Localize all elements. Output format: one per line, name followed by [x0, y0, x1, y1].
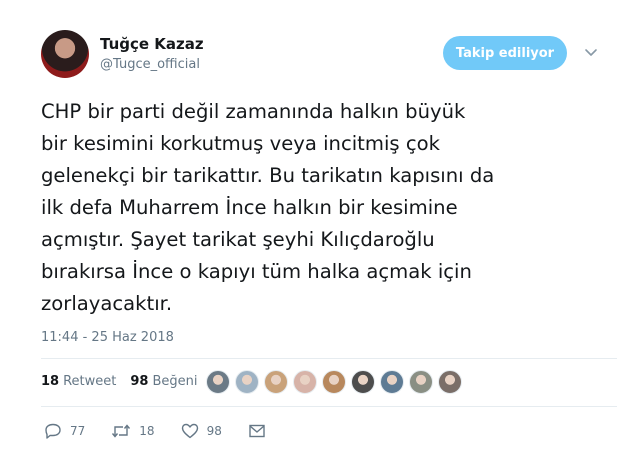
following-button[interactable]: Takip ediliyor: [443, 36, 567, 70]
liker-avatars: [206, 370, 467, 394]
liker-avatar-5[interactable]: [322, 370, 346, 394]
retweet-stat-label: Retweet: [63, 374, 117, 389]
retweet-button[interactable]: 18: [111, 423, 155, 439]
tweet-actions: 77 18 98: [44, 423, 300, 439]
tweet-line: ilk defa Muharrem İnce halkın bir kesimi…: [41, 196, 458, 219]
liker-avatar-8[interactable]: [409, 370, 433, 394]
reply-icon: [45, 423, 61, 439]
tweet-stats: 18 Retweet 98 Beğeni: [41, 374, 212, 389]
author-name[interactable]: Tuğçe Kazaz: [100, 35, 204, 53]
like-stat-label: Beğeni: [152, 374, 198, 389]
divider: [41, 406, 617, 407]
like-count: 98: [206, 424, 222, 438]
liker-avatar-9[interactable]: [438, 370, 462, 394]
tweet-text: CHP bir parti değil zamanında halkın büy…: [41, 96, 621, 320]
liker-avatar-7[interactable]: [380, 370, 404, 394]
tweet-line: açmıştır. Şayet tarikat şeyhi Kılıçdaroğ…: [41, 228, 435, 251]
like-button[interactable]: 98: [181, 423, 222, 439]
chevron-down-icon[interactable]: [583, 44, 599, 60]
tweet-line: CHP bir parti değil zamanında halkın büy…: [41, 100, 466, 123]
envelope-icon: [249, 424, 265, 438]
tweet-timestamp[interactable]: 11:44 - 25 Haz 2018: [41, 330, 174, 345]
retweet-stat-count: 18: [41, 374, 60, 389]
liker-avatar-4[interactable]: [293, 370, 317, 394]
liker-avatar-6[interactable]: [351, 370, 375, 394]
retweet-stat[interactable]: 18 Retweet: [41, 374, 116, 389]
tweet-line: bir kesimini korkutmuş veya incitmiş çok: [41, 132, 440, 155]
tweet-line: gelenekçi bir tarikattır. Bu tarikatın k…: [41, 164, 495, 187]
reply-count: 77: [70, 424, 86, 438]
author-handle[interactable]: @Tugce_official: [100, 57, 200, 72]
divider: [41, 358, 617, 359]
like-stat[interactable]: 98 Beğeni: [130, 374, 197, 389]
heart-icon: [181, 423, 198, 439]
liker-avatar-3[interactable]: [264, 370, 288, 394]
liker-avatar-1[interactable]: [206, 370, 230, 394]
author-avatar[interactable]: [41, 30, 89, 78]
direct-message-button[interactable]: [248, 423, 274, 439]
reply-button[interactable]: 77: [44, 423, 85, 439]
like-stat-count: 98: [130, 374, 149, 389]
retweet-count: 18: [139, 424, 155, 438]
tweet-line: bırakırsa İnce o kapıyı tüm halka açmak …: [41, 260, 472, 283]
liker-avatar-2[interactable]: [235, 370, 259, 394]
retweet-icon: [112, 424, 131, 438]
tweet-line: zorlayacaktır.: [41, 292, 173, 315]
